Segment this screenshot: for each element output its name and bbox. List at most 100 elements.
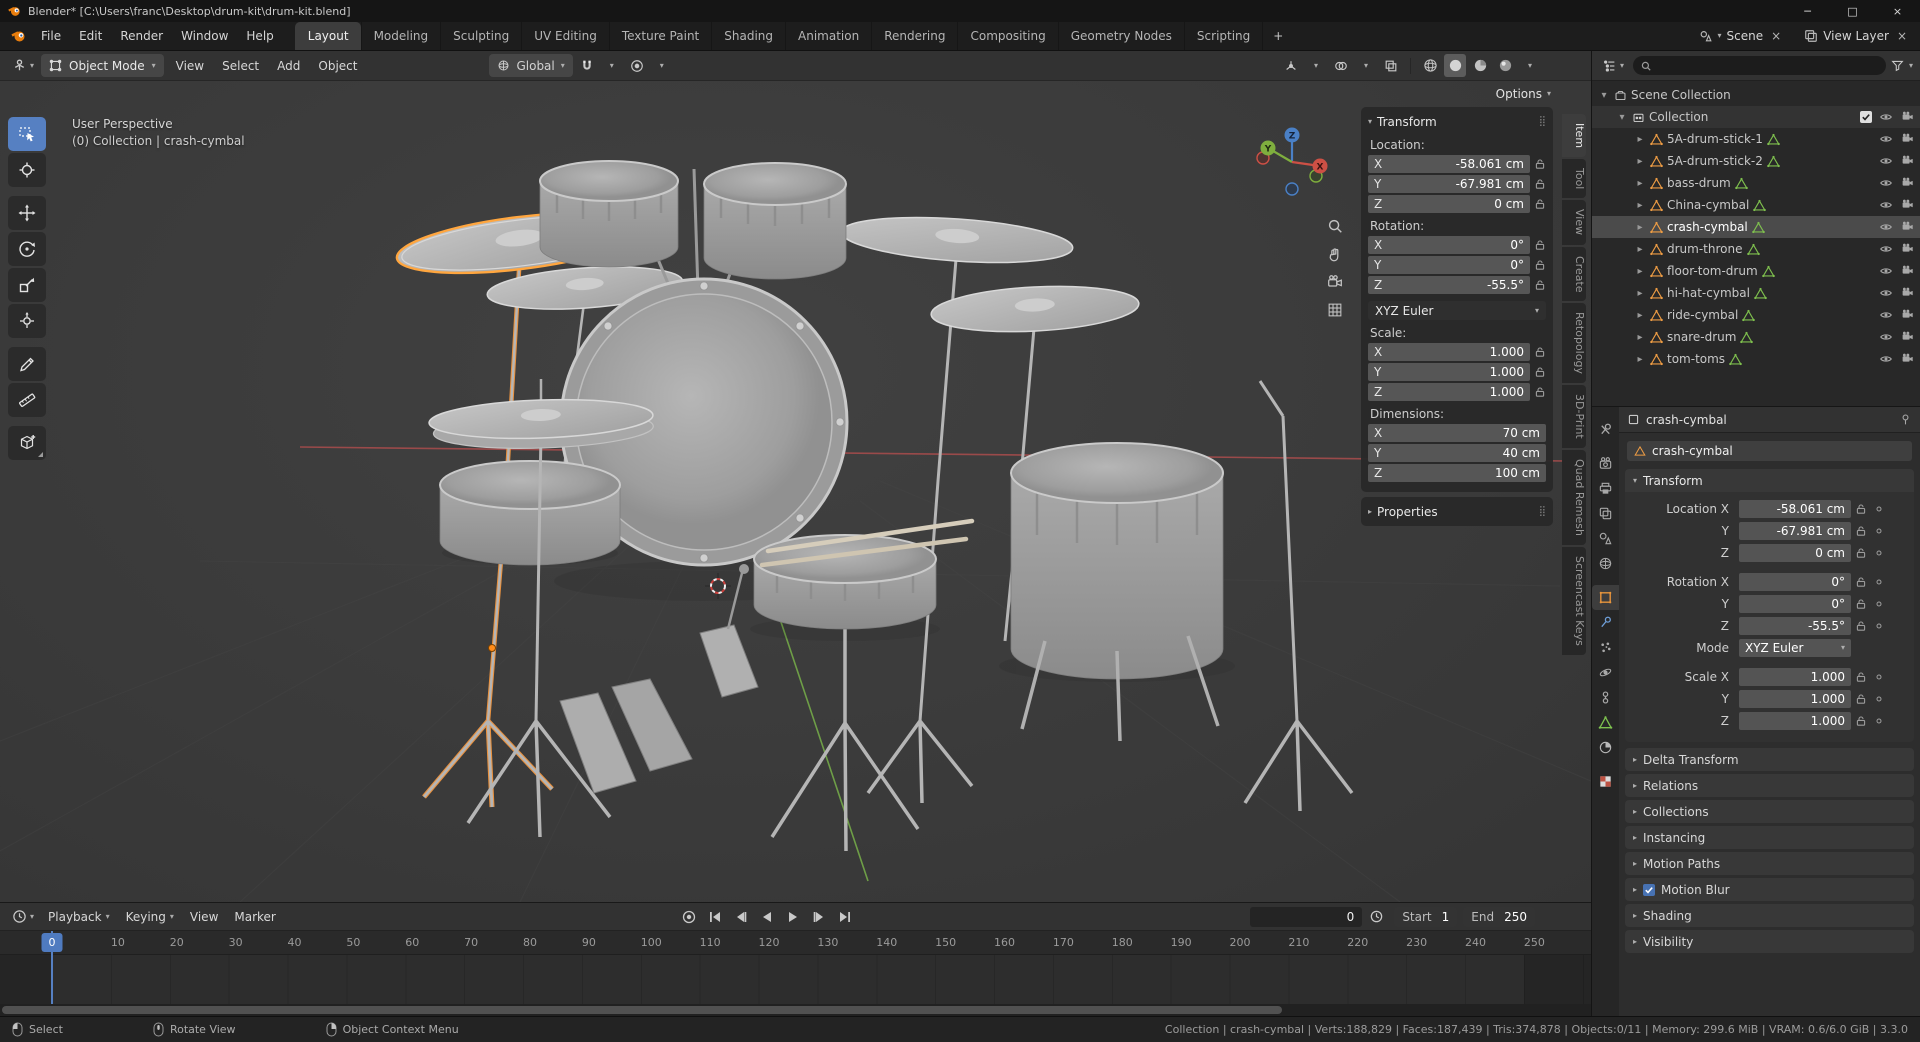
timeline-menu[interactable]: Marker (226, 910, 283, 924)
use-preview-range-toggle[interactable] (1364, 907, 1388, 927)
number-field[interactable]: 0 cm (1739, 544, 1851, 562)
expand-icon[interactable]: ▸ (1634, 244, 1646, 255)
filter-dropdown-caret[interactable]: ▾ (1909, 61, 1913, 70)
lock-icon[interactable] (1534, 366, 1546, 378)
timeline-menu[interactable]: View (182, 910, 226, 924)
workspace-tab[interactable]: UV Editing (521, 22, 609, 50)
lock-icon[interactable] (1851, 547, 1871, 559)
tab-object-data[interactable] (1592, 710, 1619, 735)
outliner-object-row[interactable]: ▸ bass-drum (1592, 172, 1920, 194)
animate-dot-icon[interactable] (1871, 716, 1887, 726)
sidebar-tab[interactable]: 3D-Print (1562, 385, 1586, 448)
properties-panel-collapsed[interactable]: ▸ Properties ⣿ (1361, 497, 1553, 526)
select-box-tool[interactable] (8, 117, 46, 151)
view-layer-remove-button[interactable]: × (1894, 29, 1910, 43)
workspace-tab[interactable]: Compositing (957, 22, 1057, 50)
number-field[interactable]: Y 40 cm (1368, 444, 1546, 462)
rotate-tool[interactable] (8, 232, 46, 266)
animate-dot-icon[interactable] (1871, 548, 1887, 558)
disable-render-toggle[interactable] (1900, 264, 1914, 278)
animate-dot-icon[interactable] (1871, 504, 1887, 514)
collapsed-panel[interactable]: ▸ Instancing (1625, 826, 1914, 849)
pin-icon[interactable] (1899, 413, 1912, 426)
scene-unlink-button[interactable]: × (1768, 29, 1784, 43)
tab-view-layer[interactable] (1592, 501, 1619, 526)
lock-icon[interactable] (1534, 198, 1546, 210)
show-gizmo-toggle[interactable] (1280, 54, 1302, 77)
options-dropdown[interactable]: Options ▾ (1496, 87, 1551, 101)
collapsed-panel[interactable]: ▸ Collections (1625, 800, 1914, 823)
end-frame-field[interactable]: End 250 (1463, 906, 1535, 927)
shading-dropdown[interactable]: ▾ (1519, 54, 1541, 77)
sidebar-tab[interactable]: Tool (1562, 159, 1586, 199)
outliner-editor-type-button[interactable]: ▾ (1599, 59, 1628, 73)
animate-dot-icon[interactable] (1871, 694, 1887, 704)
current-frame-field[interactable]: 0 (1250, 906, 1363, 927)
playhead-frame-tag[interactable]: 0 (41, 933, 63, 952)
lock-icon[interactable] (1851, 715, 1871, 727)
disable-render-toggle[interactable] (1900, 132, 1914, 146)
navigation-gizmo[interactable]: Z Y X (1249, 119, 1335, 205)
number-field[interactable]: Z 1.000 (1368, 383, 1530, 401)
tab-output[interactable] (1592, 476, 1619, 501)
outliner-object-row[interactable]: ▸ 5A-drum-stick-1 (1592, 128, 1920, 150)
blender-menu-icon[interactable] (8, 22, 32, 50)
tab-texture[interactable] (1592, 769, 1619, 794)
topbar-menu[interactable]: Render (111, 22, 172, 50)
overlays-toggle[interactable] (1330, 54, 1352, 77)
number-field[interactable]: 1.000 (1739, 712, 1851, 730)
start-frame-field[interactable]: Start 1 (1394, 906, 1458, 927)
workspace-tab[interactable]: Scripting (1183, 22, 1264, 50)
disable-render-toggle[interactable] (1900, 242, 1914, 256)
number-field[interactable]: X 0° (1368, 236, 1530, 254)
transform-section-header[interactable]: ▾ Transform (1625, 469, 1914, 492)
tab-tool[interactable] (1592, 417, 1619, 442)
lock-icon[interactable] (1851, 525, 1871, 537)
gizmo-z-neg[interactable] (1285, 182, 1299, 196)
timeline-menu[interactable]: Keying (118, 910, 182, 924)
outliner-object-row[interactable]: ▸ crash-cymbal (1592, 216, 1920, 238)
disable-render-toggle[interactable] (1900, 154, 1914, 168)
disable-render-toggle[interactable] (1900, 330, 1914, 344)
scene-icon[interactable] (1699, 29, 1713, 43)
transform-panel-header[interactable]: ▾ Transform ⣿ (1368, 111, 1546, 132)
lock-icon[interactable] (1851, 576, 1871, 588)
collapsed-panel[interactable]: ▸ Shading (1625, 904, 1914, 927)
outliner-display-mode-caret[interactable]: ▾ (1620, 61, 1624, 70)
lock-icon[interactable] (1534, 158, 1546, 170)
number-field[interactable]: 0° (1739, 573, 1851, 591)
outliner-object-row[interactable]: ▸ floor-tom-drum (1592, 260, 1920, 282)
hide-viewport-toggle[interactable] (1879, 198, 1893, 212)
scene-collection-row[interactable]: ▾ Scene Collection (1592, 84, 1920, 106)
play-reverse-button[interactable] (755, 907, 779, 927)
expand-icon[interactable]: ▸ (1634, 178, 1646, 189)
snap-dropdown[interactable]: ▾ (601, 54, 623, 77)
overlays-dropdown[interactable]: ▾ (1355, 54, 1377, 77)
lock-icon[interactable] (1534, 178, 1546, 190)
number-field[interactable]: X 70 cm (1368, 424, 1546, 442)
outliner-object-row[interactable]: ▸ drum-throne (1592, 238, 1920, 260)
animate-dot-icon[interactable] (1871, 621, 1887, 631)
hide-viewport-toggle[interactable] (1879, 110, 1893, 124)
workspace-tab[interactable]: Shading (711, 22, 785, 50)
timeline-scrollbar[interactable] (0, 1004, 1591, 1016)
tab-scene[interactable] (1592, 526, 1619, 551)
expand-icon[interactable]: ▸ (1634, 156, 1646, 167)
shading-solid-button[interactable] (1444, 54, 1466, 77)
move-tool[interactable] (8, 196, 46, 230)
sidebar-tab[interactable]: Screencast Keys (1562, 546, 1586, 655)
expand-icon[interactable]: ▸ (1634, 310, 1646, 321)
workspace-tab[interactable]: Modeling (360, 22, 441, 50)
expand-icon[interactable]: ▾ (1616, 112, 1628, 123)
hide-viewport-toggle[interactable] (1879, 352, 1893, 366)
number-field[interactable]: Y -67.981 cm (1368, 175, 1530, 193)
transform-tool[interactable] (8, 304, 46, 338)
add-workspace-button[interactable]: + (1263, 22, 1293, 50)
lock-icon[interactable] (1534, 386, 1546, 398)
workspace-tab[interactable]: Texture Paint (608, 22, 711, 50)
expand-icon[interactable]: ▸ (1634, 222, 1646, 233)
lock-icon[interactable] (1534, 259, 1546, 271)
rotation-mode-dropdown[interactable]: XYZ Euler ▾ (1368, 301, 1546, 320)
scene-name[interactable]: Scene (1727, 29, 1764, 43)
viewport-menu[interactable]: Select (213, 59, 268, 73)
